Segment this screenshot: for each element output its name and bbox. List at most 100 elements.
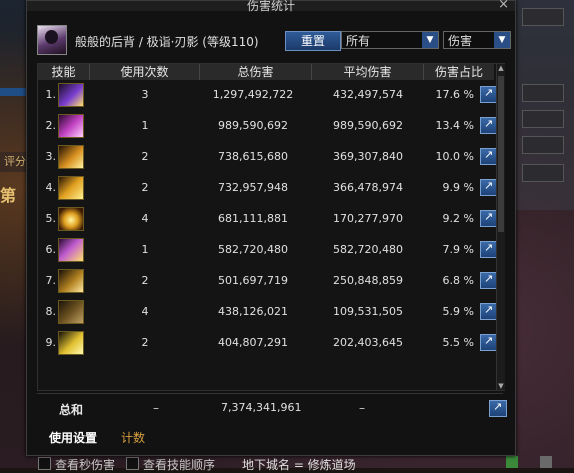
skill-icon [58, 83, 84, 107]
dps-checkbox[interactable]: 查看秒伤害 [38, 456, 115, 473]
row-total-damage: 582,720,480 [218, 243, 288, 256]
row-percent: 7.9 % [442, 243, 474, 256]
row-count: 2 [141, 274, 149, 287]
skill-order-checkbox[interactable]: 查看技能顺序 [126, 456, 215, 473]
scroll-up-icon[interactable]: ▲ [497, 64, 505, 72]
totals-average: – [359, 401, 365, 415]
row-percent: 6.8 % [442, 274, 474, 287]
row-index: 3. [45, 150, 57, 163]
row-index: 7. [45, 274, 57, 287]
skill-icon [58, 300, 84, 324]
table-row: 8. 4 438,126,021 109,531,505 5.9 % [38, 299, 498, 325]
row-total-damage: 732,957,948 [218, 181, 288, 194]
row-index: 1. [45, 88, 57, 101]
row-index: 5. [45, 212, 57, 225]
close-button[interactable]: × [498, 0, 509, 12]
dialog-title: 伤害统计 [246, 0, 295, 13]
table-row: 4. 2 732,957,948 366,478,974 9.9 % [38, 175, 498, 201]
totals-label: 总和 [59, 403, 84, 417]
table-row: 5. 4 681,111,881 170,277,970 9.2 % [38, 206, 498, 232]
table-row: 9. 2 404,807,291 202,403,645 5.5 % [38, 330, 498, 356]
col-count: 使用次数 [90, 64, 200, 80]
scrollbar[interactable]: ▲ ▼ [496, 64, 505, 390]
row-index: 9. [45, 336, 57, 349]
dungeon-name: 地下城名 = 修炼道场 [242, 458, 356, 472]
row-total-damage: 989,590,692 [218, 119, 288, 132]
background-panel-button[interactable] [522, 164, 564, 182]
metric-value: 伤害 [448, 34, 473, 48]
damage-stats-dialog: 伤害统计 × 般般的后背 / 极诣·刃影 (等级110) 重置 所有 ▼ 伤害 … [26, 0, 516, 456]
tab-usage-settings[interactable]: 使用设置 [49, 429, 97, 446]
row-count: 2 [141, 150, 149, 163]
metric-select[interactable]: 伤害 ▼ [443, 31, 511, 49]
checkbox-box[interactable] [126, 457, 139, 470]
row-percent: 5.5 % [442, 336, 474, 349]
filter-value: 所有 [346, 34, 371, 48]
skill-icon [58, 176, 84, 200]
row-total-damage: 501,697,719 [218, 274, 288, 287]
skill-icon [58, 269, 84, 293]
share-icon[interactable] [489, 400, 507, 417]
background-panel-button[interactable] [522, 136, 564, 154]
table-row: 3. 2 738,615,680 369,307,840 10.0 % [38, 144, 498, 170]
status-icon [540, 456, 552, 468]
row-average-damage: 582,720,480 [333, 243, 403, 256]
col-percent: 伤害占比 [434, 65, 483, 79]
row-average-damage: 202,403,645 [333, 336, 403, 349]
bottom-tabs: 使用设置 计数 [37, 425, 503, 449]
row-average-damage: 369,307,840 [333, 150, 403, 163]
row-index: 6. [45, 243, 57, 256]
row-average-damage: 432,497,574 [333, 88, 403, 101]
dialog-header: 般般的后背 / 极诣·刃影 (等级110) 重置 所有 ▼ 伤害 ▼ [33, 19, 511, 59]
row-count: 2 [141, 181, 149, 194]
chevron-down-icon[interactable]: ▼ [494, 32, 510, 48]
totals-row: 总和 – 7,374,341,961 – [37, 393, 507, 424]
filter-select[interactable]: 所有 ▼ [341, 31, 439, 49]
skill-icon [58, 114, 84, 138]
skill-icon [58, 207, 84, 231]
row-count: 1 [141, 243, 149, 256]
status-icon [506, 456, 518, 468]
row-count: 1 [141, 119, 149, 132]
character-avatar [37, 25, 67, 55]
row-average-damage: 989,590,692 [333, 119, 403, 132]
character-name: 般般的后背 / 极诣·刃影 (等级110) [75, 35, 259, 49]
row-total-damage: 1,297,492,722 [212, 88, 294, 101]
row-total-damage: 438,126,021 [218, 305, 288, 318]
row-total-damage: 404,807,291 [218, 336, 288, 349]
background-side-panel [514, 0, 574, 210]
scroll-down-icon[interactable]: ▼ [497, 382, 505, 390]
row-count: 4 [141, 305, 149, 318]
col-skill: 技能 [38, 64, 90, 80]
row-average-damage: 170,277,970 [333, 212, 403, 225]
table-row: 6. 1 582,720,480 582,720,480 7.9 % [38, 237, 498, 263]
skill-order-checkbox-label: 查看技能顺序 [143, 458, 216, 472]
row-percent: 9.9 % [442, 181, 474, 194]
row-percent: 17.6 % [435, 88, 474, 101]
row-average-damage: 109,531,505 [333, 305, 403, 318]
skill-damage-table: 技能 使用次数 总伤害 平均伤害 伤害占比 1. 3 1,297,492,722 43… [37, 63, 505, 391]
table-row: 2. 1 989,590,692 989,590,692 13.4 % [38, 113, 498, 139]
row-count: 4 [141, 212, 149, 225]
checkbox-box[interactable] [38, 457, 51, 470]
col-average: 平均伤害 [312, 64, 424, 80]
row-average-damage: 250,848,859 [333, 274, 403, 287]
row-percent: 5.9 % [442, 305, 474, 318]
row-count: 2 [141, 336, 149, 349]
skill-icon [58, 145, 84, 169]
col-total: 总伤害 [200, 64, 312, 80]
background-panel-button[interactable] [522, 110, 564, 128]
totals-damage: 7,374,341,961 [221, 401, 302, 414]
chevron-down-icon[interactable]: ▼ [422, 32, 438, 48]
reset-button[interactable]: 重置 [285, 31, 341, 51]
background-panel-button[interactable] [522, 84, 564, 102]
row-total-damage: 681,111,881 [218, 212, 288, 225]
tab-count[interactable]: 计数 [121, 429, 145, 446]
row-index: 4. [45, 181, 57, 194]
row-percent: 9.2 % [442, 212, 474, 225]
background-panel-button[interactable] [522, 8, 564, 26]
skill-icon [58, 238, 84, 262]
row-percent: 13.4 % [435, 119, 474, 132]
row-percent: 10.0 % [435, 150, 474, 163]
scroll-thumb[interactable] [498, 76, 504, 232]
